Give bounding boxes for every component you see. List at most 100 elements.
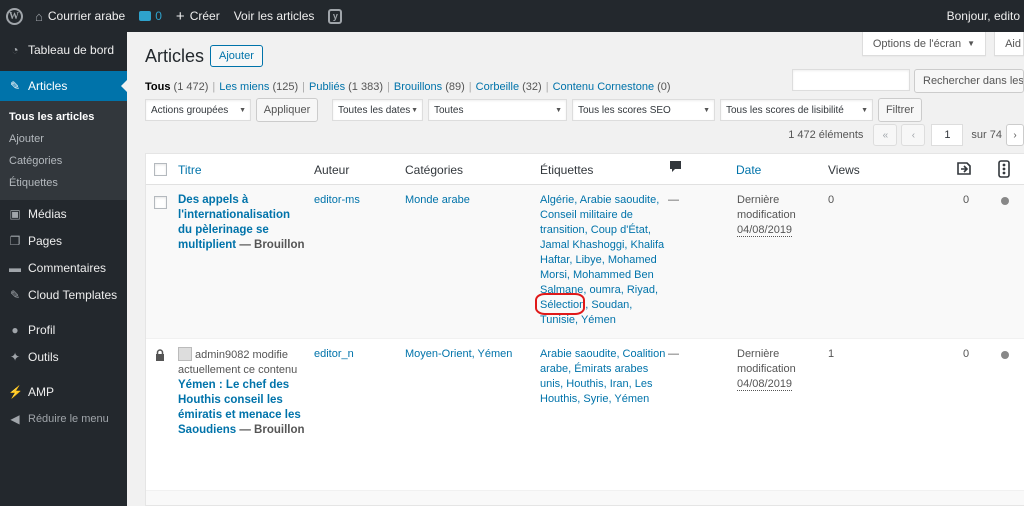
view-mine[interactable]: Les miens (125) xyxy=(219,81,298,93)
menu-amp[interactable]: ⚡ AMP xyxy=(0,378,127,405)
table-row xyxy=(146,491,1024,505)
submenu-all-posts[interactable]: Tous les articles xyxy=(0,106,127,128)
column-date[interactable]: Date xyxy=(736,163,761,177)
post-state: — Brouillon xyxy=(236,239,305,251)
menu-dashboard[interactable]: ◔ Tableau de bord xyxy=(0,36,127,63)
comments-column-icon[interactable] xyxy=(670,161,681,176)
submenu-categories[interactable]: Catégories xyxy=(0,150,127,172)
menu-pages[interactable]: ❐ Pages xyxy=(0,227,127,254)
help-button[interactable]: Aid xyxy=(994,32,1024,56)
post-status-views: Tous (1 472) | Les miens (125) | Publiés (1 … xyxy=(145,81,671,93)
submenu-tags[interactable]: Étiquettes xyxy=(0,172,127,194)
lock-icon xyxy=(155,349,165,364)
next-page-button[interactable]: › xyxy=(1006,124,1024,146)
select-all-checkbox[interactable] xyxy=(154,163,167,176)
screen-options-button[interactable]: Options de l'écran ▼ xyxy=(861,32,987,56)
category-link[interactable]: Moyen-Orient, Yémen xyxy=(405,347,512,362)
current-page-input[interactable]: 1 xyxy=(931,124,964,146)
view-drafts[interactable]: Brouillons (89) xyxy=(394,81,465,93)
category-filter-select[interactable]: Toutes ▼ xyxy=(428,99,567,121)
admin-sidebar: ◔ Tableau de bord ✎ Articles Tous les ar… xyxy=(0,32,127,506)
post-title-link[interactable]: Des appels à l'internationalisation du p… xyxy=(178,193,308,253)
user-icon: ● xyxy=(11,322,19,337)
caret-down-icon: ▼ xyxy=(967,39,976,48)
post-title-cell: Des appels à l'internationalisation du p… xyxy=(178,193,308,253)
comments-count: — xyxy=(668,194,679,206)
post-date: Dernière modification 04/08/2019 xyxy=(737,194,796,237)
avatar xyxy=(178,347,192,361)
seo-score-filter-select[interactable]: Tous les scores SEO ▼ xyxy=(572,99,715,121)
author-link[interactable]: editor-ms xyxy=(314,193,360,208)
post-title-link[interactable]: Yémen : Le chef des Houthis conseil les … xyxy=(178,378,312,438)
articles-submenu: Tous les articles Ajouter Catégories Éti… xyxy=(0,101,127,200)
pin-icon: ✎ xyxy=(9,287,21,302)
seo-score-column-icon[interactable] xyxy=(998,160,1010,181)
collapse-arrow-icon: ◀ xyxy=(10,411,20,426)
pagination: 1 472 éléments « ‹ 1 sur 74 › xyxy=(788,124,1024,146)
new-content-link[interactable]: + Créer xyxy=(169,0,227,32)
user-greeting[interactable]: Bonjour, edito xyxy=(940,0,1024,32)
total-pages: sur 74 xyxy=(971,129,1002,141)
red-highlight-circle xyxy=(535,293,585,315)
seo-score-dot xyxy=(1001,197,1009,205)
wordpress-logo-icon[interactable]: W xyxy=(0,0,28,32)
seo-score-dot xyxy=(1001,351,1009,359)
prev-page-button[interactable]: ‹ xyxy=(901,124,926,146)
menu-tools[interactable]: ✦ Outils xyxy=(0,343,127,370)
submenu-add-new[interactable]: Ajouter xyxy=(0,128,127,150)
pages-icon: ❐ xyxy=(9,233,21,248)
readability-filter-select[interactable]: Tous les scores de lisibilité ▼ xyxy=(720,99,873,121)
post-date: Dernière modification 04/08/2019 xyxy=(737,348,796,391)
comment-icon xyxy=(139,11,152,21)
view-all[interactable]: Tous (1 472) xyxy=(145,81,208,93)
first-page-button[interactable]: « xyxy=(873,124,898,146)
tablenav-top: Actions groupées ▼ Appliquer Toutes les d… xyxy=(145,98,922,122)
view-cornerstone[interactable]: Contenu Cornestone (0) xyxy=(553,81,671,93)
post-state: — Brouillon xyxy=(236,424,305,436)
main-content: Options de l'écran ▼ Aid Articles Ajoute… xyxy=(127,32,1024,506)
row-checkbox[interactable] xyxy=(154,196,167,209)
column-author: Auteur xyxy=(314,163,350,177)
filter-button[interactable]: Filtrer xyxy=(878,98,922,122)
screen-meta-links: Options de l'écran ▼ Aid xyxy=(854,32,1024,56)
collapse-menu-button[interactable]: ◀ Réduire le menu xyxy=(0,405,127,432)
lock-notice: admin9082 modifie xyxy=(178,347,312,363)
apply-button[interactable]: Appliquer xyxy=(256,98,318,122)
seo-links-count: 0 xyxy=(963,194,970,206)
view-published[interactable]: Publiés (1 383) xyxy=(309,81,383,93)
column-categories: Catégories xyxy=(405,163,464,177)
comments-link[interactable]: 0 xyxy=(132,0,169,32)
menu-profile[interactable]: ● Profil xyxy=(0,316,127,343)
author-link[interactable]: editor_n xyxy=(314,347,354,362)
column-title[interactable]: Titre xyxy=(178,163,202,177)
views-count: 0 xyxy=(828,194,835,206)
add-new-button[interactable]: Ajouter xyxy=(210,45,263,67)
pin-icon: ✎ xyxy=(9,79,21,93)
view-posts-link[interactable]: Voir les articles xyxy=(227,0,322,32)
seo-links-count: 0 xyxy=(963,348,970,360)
admin-bar: W ⌂ Courrier arabe 0 + Créer Voir les ar… xyxy=(0,0,1024,32)
seo-links-column-icon[interactable] xyxy=(956,160,972,179)
tags-list[interactable]: Arabie saoudite, Coalition arabe, Émirat… xyxy=(540,347,670,407)
site-name-link[interactable]: ⌂ Courrier arabe xyxy=(28,0,132,32)
menu-cloud-templates[interactable]: ✎ Cloud Templates xyxy=(0,281,127,308)
menu-media[interactable]: ▣ Médias xyxy=(0,200,127,227)
column-views: Views xyxy=(828,163,860,177)
search-input[interactable] xyxy=(792,69,910,91)
search-box: Rechercher dans les ar xyxy=(792,69,1024,93)
items-count: 1 472 éléments xyxy=(788,129,864,141)
dashboard-icon: ◔ xyxy=(11,42,19,57)
category-link[interactable]: Monde arabe xyxy=(405,193,470,208)
views-count: 1 xyxy=(828,348,835,360)
yoast-seo-link[interactable]: y xyxy=(321,0,349,32)
search-button[interactable]: Rechercher dans les ar xyxy=(914,69,1024,93)
home-icon: ⌂ xyxy=(35,8,43,24)
media-icon: ▣ xyxy=(9,206,21,221)
page-title: Articles xyxy=(145,45,205,66)
menu-articles[interactable]: ✎ Articles xyxy=(0,71,127,101)
menu-comments[interactable]: ▬ Commentaires xyxy=(0,254,127,281)
post-title-cell: admin9082 modifie actuellement ce conten… xyxy=(178,347,312,438)
date-filter-select[interactable]: Toutes les dates ▼ xyxy=(332,99,423,121)
bulk-actions-select[interactable]: Actions groupées ▼ xyxy=(145,99,251,121)
view-trash[interactable]: Corbeille (32) xyxy=(476,81,542,93)
